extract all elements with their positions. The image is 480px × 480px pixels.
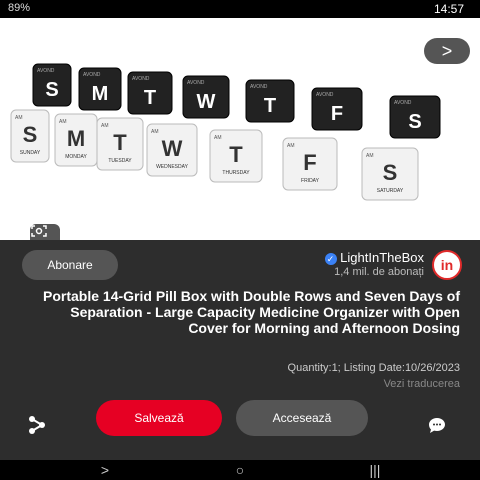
bottom-compartment-letter: M [67,126,85,151]
bottom-compartment-letter: T [113,130,127,155]
creator-name: LightInTheBox [340,250,424,265]
bottom-compartment-tag: AM [15,115,23,121]
chat-icon [429,418,445,433]
top-compartment-letter: S [408,111,421,133]
bottom-compartment-day: TUESDAY [108,158,132,164]
status-bar: 89% 14:57 [0,0,480,18]
translate-link[interactable]: Vezi traducerea [384,378,460,390]
top-compartment-letter: S [45,79,58,101]
creator-name-row[interactable]: ✓ LightInTheBox [321,250,424,265]
bottom-compartment-letter: F [303,150,316,175]
visual-search-button[interactable] [30,224,60,240]
bottom-compartment-letter: S [383,160,398,185]
bottom-compartment-tag: AM [151,129,159,135]
bottom-compartment-day: FRIDAY [301,178,320,184]
save-button[interactable]: Salvează [96,400,222,436]
bottom-compartment-tag: AM [101,123,109,129]
close-button[interactable]: > [424,38,470,64]
bottom-compartment-tag: AM [287,143,295,149]
battery-indicator: 89% [8,2,31,14]
top-compartment-letter: W [197,91,216,113]
pill-box-illustration: AVOND S AVOND F AVOND T AVOND W AVOND T AVOND M AVON… [10,63,441,201]
bottom-compartment-day: MONDAY [65,154,87,160]
back-button[interactable]: > [90,460,120,480]
verified-icon: ✓ [324,252,337,265]
avatar-logo: in [440,257,454,273]
bottom-compartment-day: SUNDAY [20,150,41,156]
bottom-compartment-letter: W [162,136,183,161]
top-compartment-letter: F [331,103,343,125]
bottom-compartment-day: SATURDAY [377,188,404,194]
creator-followers: 1,4 mil. de abonați [334,266,424,278]
bottom-compartment-letter: S [23,122,38,147]
top-compartment-letter: M [92,83,109,105]
system-navigation-bar: ||| ○ > [0,460,480,480]
pin-meta: Quantity:1; Listing Date:10/26/2023 [287,362,460,374]
bottom-compartment-tag: AM [366,153,374,159]
bottom-compartment-tag: AM [59,119,67,125]
bottom-compartment-letter: T [229,142,243,167]
bottom-compartment-day: THURSDAY [222,170,250,176]
top-compartment-tag: AVOND [37,68,55,74]
top-compartment-tag: AVOND [250,84,268,90]
share-icon [29,416,45,434]
bottom-compartment-day: WEDNESDAY [156,164,189,170]
top-compartment-tag: AVOND [187,80,205,86]
top-compartment-tag: AVOND [394,100,412,106]
pin-image[interactable]: AVOND S AVOND F AVOND T AVOND W AVOND T AVOND M AVON… [0,18,480,240]
share-button[interactable] [24,412,50,438]
creator-avatar[interactable]: in [432,250,462,280]
top-compartment-tag: AVOND [83,72,101,78]
top-compartment-letter: T [144,87,156,109]
top-compartment-tag: AVOND [132,76,150,82]
recent-apps-button[interactable]: ||| [360,460,390,480]
pin-title: Portable 14-Grid Pill Box with Double Ro… [43,288,460,336]
top-compartment-tag: AVOND [316,92,334,98]
chat-button[interactable] [424,412,450,438]
bottom-compartment-tag: AM [214,135,222,141]
access-button[interactable]: Accesează [236,400,368,436]
top-compartment-letter: T [264,95,276,117]
clock: 14:57 [433,2,464,16]
lens-icon [31,225,47,237]
pin-details-panel: in ✓ LightInTheBox 1,4 mil. de abonați A… [0,240,480,460]
follow-button[interactable]: Abonare [22,250,118,280]
chevron-icon: > [441,40,453,61]
home-button[interactable]: ○ [225,460,255,480]
